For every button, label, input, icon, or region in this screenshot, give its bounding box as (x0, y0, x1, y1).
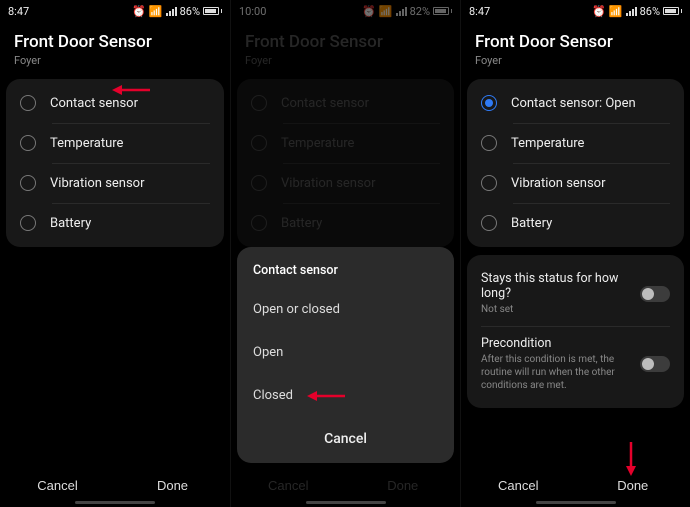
option-label: Battery (511, 216, 552, 231)
setting-title: Stays this status for how long? (481, 271, 630, 301)
radio-icon (20, 95, 36, 111)
page-subtitle: Foyer (475, 54, 676, 67)
screen-3: 8:47 ⏰ 📶 86% Front Door Sensor Foyer Con… (460, 0, 690, 507)
option-label: Temperature (511, 136, 584, 151)
sheet-option-closed[interactable]: Closed (237, 374, 454, 417)
option-temperature[interactable]: Temperature (6, 123, 224, 163)
radio-icon (481, 175, 497, 191)
option-label: Contact sensor (50, 96, 138, 111)
option-label: Vibration sensor (511, 176, 606, 191)
option-label: Vibration sensor (50, 176, 145, 191)
nav-handle (75, 501, 155, 504)
status-icons: ⏰ 📶 86% (132, 5, 222, 18)
option-contact-sensor[interactable]: Contact sensor: Open (467, 83, 684, 123)
battery-pct: 86% (640, 5, 660, 18)
nav-handle (536, 501, 616, 504)
option-contact-sensor[interactable]: Contact sensor (6, 83, 224, 123)
wifi-icon: 📶 (609, 5, 623, 18)
radio-icon (481, 135, 497, 151)
alarm-icon: ⏰ (132, 5, 146, 18)
option-temperature[interactable]: Temperature (467, 123, 684, 163)
radio-icon (20, 215, 36, 231)
screen-1: 8:47 ⏰ 📶 86% Front Door Sensor Foyer Con… (0, 0, 230, 507)
setting-title: Precondition (481, 336, 630, 351)
option-label: Battery (50, 216, 91, 231)
status-icons: ⏰ 📶 86% (592, 5, 682, 18)
radio-icon (20, 175, 36, 191)
options-card: Contact sensor: Open Temperature Vibrati… (467, 79, 684, 247)
sheet-option-open[interactable]: Open (237, 331, 454, 374)
setting-subtitle: Not set (481, 303, 630, 316)
option-label: Contact sensor: Open (511, 96, 636, 111)
alarm-icon: ⏰ (592, 5, 606, 18)
signal-icon (166, 7, 177, 16)
option-label: Temperature (50, 136, 123, 151)
header: Front Door Sensor Foyer (0, 22, 230, 79)
sheet-title: Contact sensor (237, 251, 454, 288)
sheet-option-open-or-closed[interactable]: Open or closed (237, 288, 454, 331)
option-vibration-sensor[interactable]: Vibration sensor (467, 163, 684, 203)
setting-subtitle: After this condition is met, the routine… (481, 353, 630, 392)
screen-2: 10:00 ⏰ 📶 82% Front Door Sensor Foyer Co… (230, 0, 460, 507)
page-subtitle: Foyer (14, 54, 216, 67)
radio-icon (481, 95, 497, 111)
status-bar: 8:47 ⏰ 📶 86% (0, 0, 230, 22)
bottom-sheet: Contact sensor Open or closed Open Close… (237, 247, 454, 463)
toggle-switch[interactable] (640, 356, 670, 372)
settings-card: Stays this status for how long? Not set … (467, 255, 684, 408)
nav-handle (306, 501, 386, 504)
wifi-icon: 📶 (149, 5, 163, 18)
battery-icon (203, 7, 222, 15)
setting-stays-status[interactable]: Stays this status for how long? Not set (467, 261, 684, 326)
setting-precondition[interactable]: Precondition After this condition is met… (467, 326, 684, 402)
page-title: Front Door Sensor (475, 32, 676, 52)
option-vibration-sensor[interactable]: Vibration sensor (6, 163, 224, 203)
radio-icon (20, 135, 36, 151)
header: Front Door Sensor Foyer (461, 22, 690, 79)
options-card: Contact sensor Temperature Vibration sen… (6, 79, 224, 247)
sheet-cancel-button[interactable]: Cancel (237, 417, 454, 463)
option-battery[interactable]: Battery (467, 203, 684, 243)
page-title: Front Door Sensor (14, 32, 216, 52)
signal-icon (626, 7, 637, 16)
battery-pct: 86% (180, 5, 200, 18)
toggle-switch[interactable] (640, 286, 670, 302)
clock: 8:47 (469, 5, 490, 18)
clock: 8:47 (8, 5, 29, 18)
option-battery[interactable]: Battery (6, 203, 224, 243)
battery-icon (663, 7, 682, 15)
radio-icon (481, 215, 497, 231)
status-bar: 8:47 ⏰ 📶 86% (461, 0, 690, 22)
